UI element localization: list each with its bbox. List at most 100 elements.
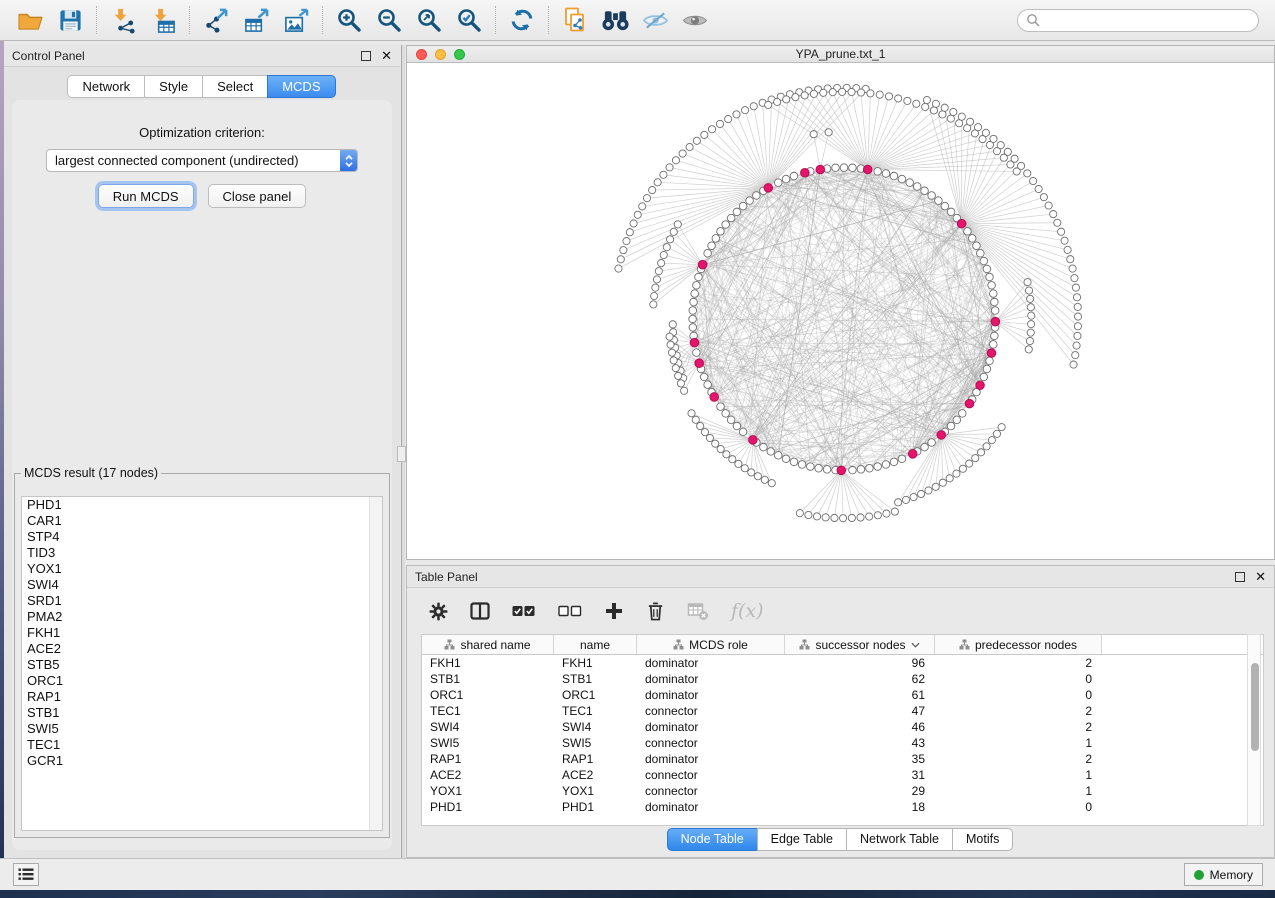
gear-icon[interactable] [429,602,448,621]
list-item[interactable]: ORC1 [22,673,382,689]
function-builder-icon[interactable]: f(x) [731,600,764,622]
select-all-icon[interactable] [512,605,536,617]
list-item[interactable]: FKH1 [22,625,382,641]
cell-predecessor-nodes: 2 [935,655,1102,671]
search-box[interactable] [1017,9,1259,32]
mcds-result-box: MCDS result (17 nodes) PHD1 CAR1 STP4 TI… [14,466,390,838]
open-file-icon[interactable] [10,3,50,37]
column-header-shared-name[interactable]: shared name [422,635,554,655]
import-network-icon[interactable] [103,3,143,37]
table-body: FKH1 FKH1 dominator 96 2 STB1 STB1 domin… [422,655,1263,815]
list-item[interactable]: SWI5 [22,721,382,737]
close-panel-icon[interactable]: ✕ [1255,572,1266,582]
add-column-icon[interactable] [604,601,624,621]
column-header-name[interactable]: name [554,635,637,655]
cell-shared-name: STB1 [422,671,554,687]
list-item[interactable]: SRD1 [22,593,382,609]
close-panel-button[interactable]: Close panel [208,184,307,208]
zoom-in-icon[interactable] [329,3,369,37]
scrollbar-thumb[interactable] [1251,663,1259,751]
cell-successor-nodes: 31 [785,767,935,783]
cell-mcds-role: dominator [637,751,785,767]
list-item[interactable]: STP4 [22,529,382,545]
table-row[interactable]: RAP1 RAP1 dominator 35 2 [422,751,1263,767]
apply-layout-icon[interactable] [502,3,542,37]
table-row[interactable]: ACE2 ACE2 connector 31 1 [422,767,1263,783]
search-icon [1026,13,1040,27]
list-item[interactable]: ACE2 [22,641,382,657]
tab-style[interactable]: Style [144,75,203,98]
table-row[interactable]: FKH1 FKH1 dominator 96 2 [422,655,1263,671]
list-item[interactable]: PHD1 [22,497,382,513]
criterion-select[interactable]: largest connected component (undirected) [46,149,358,172]
table-scrollbar[interactable] [1247,634,1261,826]
cell-mcds-role: connector [637,703,785,719]
zoom-selected-icon[interactable] [449,3,489,37]
splitter-handle[interactable] [397,446,406,462]
find-icon[interactable] [595,3,635,37]
table-row[interactable]: PHD1 PHD1 dominator 18 0 [422,799,1263,815]
save-session-icon[interactable] [50,3,90,37]
tab-motifs[interactable]: Motifs [952,828,1013,851]
tab-network[interactable]: Network [67,75,145,98]
table-row[interactable]: YOX1 YOX1 connector 29 1 [422,783,1263,799]
table-row[interactable]: SWI4 SWI4 dominator 46 2 [422,719,1263,735]
table-row[interactable]: ORC1 ORC1 dominator 61 0 [422,687,1263,703]
network-canvas[interactable] [407,63,1274,559]
export-network-icon[interactable] [196,3,236,37]
delete-table-icon[interactable] [687,602,709,621]
list-item[interactable]: SWI4 [22,577,382,593]
list-scrollbar[interactable] [369,497,382,830]
zoom-fit-icon[interactable] [409,3,449,37]
delete-column-icon[interactable] [646,600,665,622]
cell-mcds-role: dominator [637,687,785,703]
network-titlebar[interactable]: YPA_prune.txt_1 [407,46,1274,63]
mcds-result-title: MCDS result (17 nodes) [21,466,161,480]
cell-name: ACE2 [554,767,637,783]
show-all-icon[interactable] [675,3,715,37]
export-image-icon[interactable] [276,3,316,37]
task-history-button[interactable] [13,863,39,886]
close-panel-icon[interactable]: ✕ [381,51,392,61]
criterion-selected-value: largest connected component (undirected) [47,153,340,168]
mcds-result-list[interactable]: PHD1 CAR1 STP4 TID3 YOX1 SWI4 SRD1 PMA2 … [21,496,383,831]
search-input[interactable] [1045,12,1250,28]
network-graph[interactable] [407,63,1274,559]
float-panel-icon[interactable] [1235,572,1245,582]
memory-button[interactable]: Memory [1184,863,1263,886]
split-pane-icon[interactable] [470,602,490,620]
new-network-icon[interactable] [555,3,595,37]
tab-edge-table[interactable]: Edge Table [757,828,847,851]
cell-successor-nodes: 29 [785,783,935,799]
tab-node-table[interactable]: Node Table [667,828,758,851]
table-panel: Table Panel ✕ [406,565,1275,858]
tab-network-table[interactable]: Network Table [846,828,953,851]
zoom-out-icon[interactable] [369,3,409,37]
float-panel-icon[interactable] [361,51,371,61]
list-item[interactable]: TEC1 [22,737,382,753]
column-header-successor-nodes[interactable]: successor nodes [785,635,935,655]
table-row[interactable]: SWI5 SWI5 connector 43 1 [422,735,1263,751]
control-panel: Control Panel ✕ Network Style Select MCD… [4,45,400,858]
list-item[interactable]: TID3 [22,545,382,561]
list-item[interactable]: PMA2 [22,609,382,625]
hide-selected-icon[interactable] [635,3,675,37]
list-item[interactable]: CAR1 [22,513,382,529]
export-table-icon[interactable] [236,3,276,37]
list-item[interactable]: STB5 [22,657,382,673]
run-mcds-button[interactable]: Run MCDS [98,184,194,208]
table-row[interactable]: TEC1 TEC1 connector 47 2 [422,703,1263,719]
list-item[interactable]: GCR1 [22,753,382,769]
cell-filler [1102,703,1263,719]
list-item[interactable]: YOX1 [22,561,382,577]
list-item[interactable]: RAP1 [22,689,382,705]
cell-successor-nodes: 62 [785,671,935,687]
list-item[interactable]: STB1 [22,705,382,721]
column-header-predecessor-nodes[interactable]: predecessor nodes [935,635,1102,655]
column-header-mcds-role[interactable]: MCDS role [637,635,785,655]
import-table-icon[interactable] [143,3,183,37]
deselect-all-icon[interactable] [558,605,582,617]
tab-mcds[interactable]: MCDS [267,75,335,98]
tab-select[interactable]: Select [202,75,268,98]
table-row[interactable]: STB1 STB1 dominator 62 0 [422,671,1263,687]
